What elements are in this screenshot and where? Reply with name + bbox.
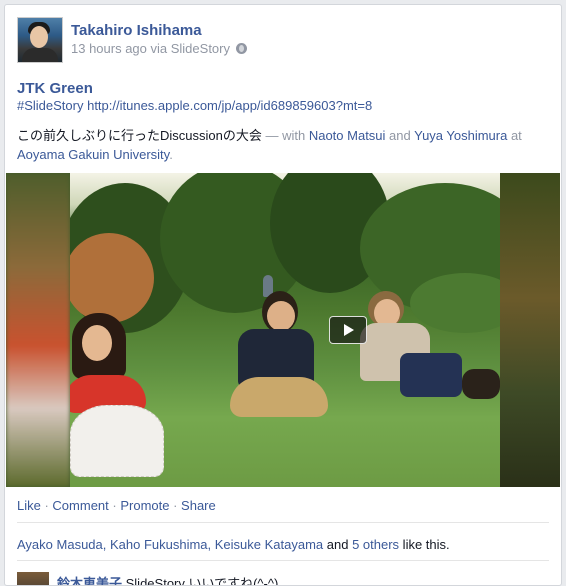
media-blur-left (6, 173, 70, 487)
author-avatar[interactable] (17, 17, 63, 63)
likes-and: and (323, 537, 353, 552)
likes-others-link[interactable]: 5 others (352, 537, 399, 552)
divider (17, 522, 549, 523)
comment-button[interactable]: Comment (52, 498, 108, 513)
likes-summary: Ayako Masuda, Kaho Fukushima, Keisuke Ka… (17, 537, 450, 552)
media-blur-right (500, 173, 560, 487)
lace-cloth (70, 405, 164, 477)
post-title[interactable]: JTK Green (17, 80, 93, 97)
post-actions: Like · Comment · Promote · Share (17, 498, 216, 513)
likers-list[interactable]: Ayako Masuda, Kaho Fukushima, Keisuke Ka… (17, 537, 323, 552)
comment-text: SlideStory いいですね(^-^) (122, 576, 279, 586)
share-button[interactable]: Share (181, 498, 216, 513)
post-timestamp[interactable]: 13 hours ago via SlideStory (71, 41, 230, 56)
commenter-avatar[interactable] (17, 572, 49, 585)
person-center-legs (230, 377, 328, 417)
action-separator: · (169, 498, 182, 513)
video-media[interactable] (6, 173, 560, 487)
status-message: この前久しぶりに行ったDiscussionの大会 (17, 128, 262, 143)
video-thumbnail[interactable] (70, 173, 500, 487)
and-word: and (385, 128, 415, 143)
promote-button[interactable]: Promote (120, 498, 169, 513)
status-text: この前久しぶりに行ったDiscussionの大会 — with Naoto Ma… (17, 126, 547, 164)
person-center-face (267, 301, 295, 331)
action-separator: · (40, 498, 53, 513)
avatar-shirt (22, 48, 58, 62)
at-word: at (507, 128, 522, 143)
tagged-person-2[interactable]: Yuya Yoshimura (414, 128, 507, 143)
post-link[interactable]: #SlideStory http://itunes.apple.com/jp/a… (17, 98, 372, 113)
avatar-face (30, 26, 48, 48)
post-card: Takahiro Ishihama 13 hours ago via Slide… (4, 4, 562, 586)
location-period: . (169, 147, 173, 162)
action-separator: · (108, 498, 121, 513)
like-button[interactable]: Like (17, 498, 41, 513)
divider (17, 560, 549, 561)
post-meta: 13 hours ago via SlideStory (71, 41, 247, 56)
navy-bag (400, 353, 462, 397)
with-separator: — with (261, 128, 309, 143)
play-button[interactable] (329, 316, 367, 344)
likes-suffix: like this. (399, 537, 450, 552)
hedge (410, 273, 500, 333)
person-left-face (82, 325, 112, 361)
globe-icon[interactable] (235, 43, 247, 54)
comment-item: 鈴木恵美子 SlideStory いいですね(^-^) (57, 573, 279, 586)
tagged-person-1[interactable]: Naoto Matsui (309, 128, 386, 143)
person-right-shoes (462, 369, 500, 399)
commenter-name[interactable]: 鈴木恵美子 (57, 576, 122, 585)
author-name[interactable]: Takahiro Ishihama (71, 22, 202, 39)
location-link[interactable]: Aoyama Gakuin University (17, 147, 169, 162)
